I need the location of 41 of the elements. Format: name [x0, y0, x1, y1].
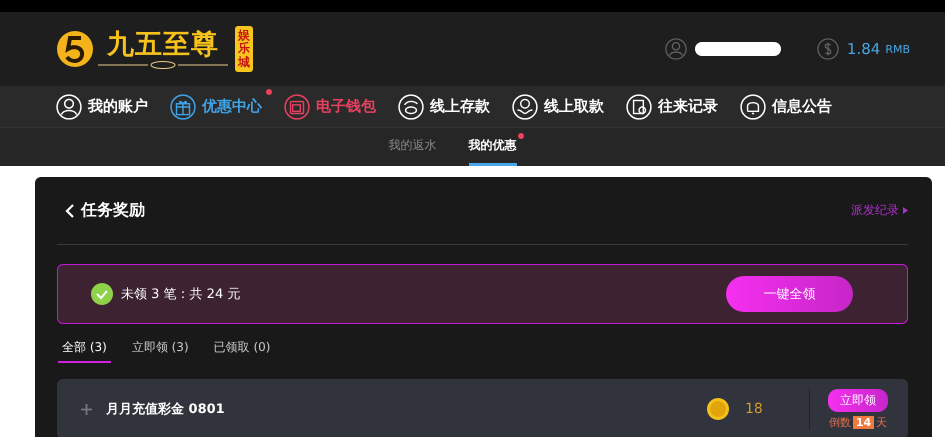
- nav-link[interactable]: 信息公告: [740, 94, 832, 120]
- nav-link[interactable]: 优惠中心: [170, 94, 262, 120]
- logo-icon: [55, 29, 95, 69]
- panel-title: 任务奖励: [81, 200, 145, 221]
- back-button[interactable]: 任务奖励: [65, 200, 145, 221]
- coin-icon: [707, 398, 729, 420]
- back-icon: [65, 202, 75, 218]
- filter-tab[interactable]: 已领取 (0): [210, 336, 274, 363]
- history-link[interactable]: 派发纪录: [851, 202, 908, 219]
- sub-tab[interactable]: 我的返水: [388, 128, 436, 166]
- countdown-label: 倒数: [828, 414, 851, 430]
- filter-tab[interactable]: 立即领 (3): [128, 336, 193, 363]
- countdown-unit: 天: [876, 414, 888, 430]
- check-icon: [91, 283, 113, 305]
- balance-amount: 1.84: [846, 40, 880, 58]
- nav-link[interactable]: 线上存款: [398, 94, 490, 120]
- reward-name: 月月充值彩金 0801: [106, 400, 226, 418]
- currency-label: RMB: [885, 42, 910, 56]
- filter-tab[interactable]: 全部 (3): [58, 336, 111, 363]
- caret-icon: [903, 207, 908, 214]
- logo-badge: 娱乐城: [235, 26, 253, 72]
- bell-icon: [740, 94, 766, 120]
- nav-link[interactable]: 线上取款: [512, 94, 604, 120]
- claim-button[interactable]: 立即领: [828, 388, 888, 412]
- nav-link[interactable]: 电子钱包: [284, 94, 376, 120]
- logo-text: 九五至尊: [107, 29, 219, 61]
- expand-icon[interactable]: [81, 404, 92, 414]
- claim-all-button[interactable]: 一键全领: [726, 276, 853, 312]
- countdown-days: 14: [852, 416, 874, 428]
- nav-link[interactable]: 往来记录: [626, 94, 718, 120]
- dollar-icon: [816, 38, 839, 60]
- user-icon: [56, 94, 82, 120]
- gift-icon: [170, 94, 196, 120]
- wallet-icon: [284, 94, 310, 120]
- clipboard-icon: [626, 94, 652, 120]
- nav-link[interactable]: 我的账户: [56, 94, 148, 120]
- reward-amount: 18: [745, 401, 764, 417]
- flourish-icon: [98, 61, 228, 69]
- user-icon: [664, 38, 687, 60]
- sub-tab[interactable]: 我的优惠: [468, 128, 516, 166]
- summary-text: 未领 3 笔：共 24 元: [121, 286, 242, 303]
